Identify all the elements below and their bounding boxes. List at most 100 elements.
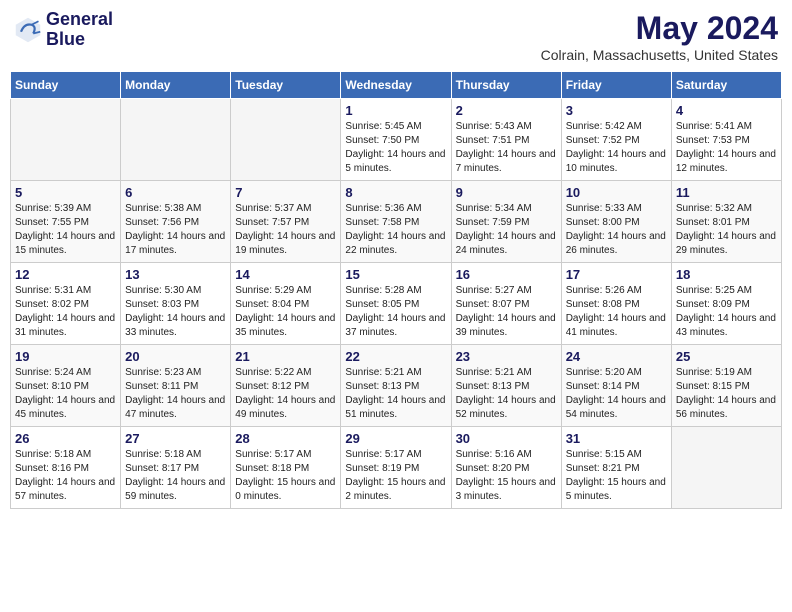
calendar-cell: 19 Sunrise: 5:24 AM Sunset: 8:10 PM Dayli… [11, 345, 121, 427]
day-number: 18 [676, 267, 777, 282]
day-number: 24 [566, 349, 667, 364]
day-number: 22 [345, 349, 446, 364]
day-info: Sunrise: 5:24 AM Sunset: 8:10 PM Dayligh… [15, 366, 116, 422]
calendar-week-row: 5 Sunrise: 5:39 AM Sunset: 7:55 PM Daylig… [11, 181, 782, 263]
day-number: 9 [456, 185, 557, 200]
calendar-week-row: 12Sunrise: 5:31 AM Sunset: 8:02 PM Dayli… [11, 263, 782, 345]
day-number: 6 [125, 185, 226, 200]
calendar-cell: 2Sunrise: 5:43 AM Sunset: 7:51 PM Daylig… [451, 99, 561, 181]
day-number: 10 [566, 185, 667, 200]
day-info: Sunrise: 5:20 AM Sunset: 8:14 PM Dayligh… [566, 366, 667, 422]
calendar-cell: 23 Sunrise: 5:21 AM Sunset: 8:13 PM Dayli… [451, 345, 561, 427]
month-year: May 2024 [541, 10, 778, 47]
calendar-week-row: 1 Sunrise: 5:45 AM Sunset: 7:50 PM Daylig… [11, 99, 782, 181]
logo-line2: Blue [46, 30, 113, 50]
day-info: Sunrise: 5:17 AM Sunset: 8:19 PM Dayligh… [345, 448, 446, 504]
logo-text: General Blue [46, 10, 113, 50]
day-info: Sunrise: 5:27 AM Sunset: 8:07 PM Dayligh… [456, 284, 557, 340]
calendar-cell: 30 Sunrise: 5:16 AM Sunset: 8:20 PM Dayli… [451, 427, 561, 509]
location: Colrain, Massachusetts, United States [541, 47, 778, 63]
day-number: 29 [345, 431, 446, 446]
day-number: 19 [15, 349, 116, 364]
calendar-cell: 21 Sunrise: 5:22 AM Sunset: 8:12 PM Dayli… [231, 345, 341, 427]
day-info: Sunrise: 5:45 AM Sunset: 7:50 PM Dayligh… [345, 120, 446, 176]
weekday-header: Saturday [671, 72, 781, 99]
day-number: 30 [456, 431, 557, 446]
calendar-cell: 14 Sunrise: 5:29 AM Sunset: 8:04 PM Dayli… [231, 263, 341, 345]
day-number: 20 [125, 349, 226, 364]
calendar-cell: 17Sunrise: 5:26 AM Sunset: 8:08 PM Dayli… [561, 263, 671, 345]
day-number: 2 [456, 103, 557, 118]
weekday-header-row: SundayMondayTuesdayWednesdayThursdayFrid… [11, 72, 782, 99]
weekday-header: Tuesday [231, 72, 341, 99]
day-info: Sunrise: 5:28 AM Sunset: 8:05 PM Dayligh… [345, 284, 446, 340]
day-info: Sunrise: 5:22 AM Sunset: 8:12 PM Dayligh… [235, 366, 336, 422]
calendar-cell [11, 99, 121, 181]
day-number: 11 [676, 185, 777, 200]
weekday-header: Sunday [11, 72, 121, 99]
day-info: Sunrise: 5:30 AM Sunset: 8:03 PM Dayligh… [125, 284, 226, 340]
calendar-cell: 10Sunrise: 5:33 AM Sunset: 8:00 PM Dayli… [561, 181, 671, 263]
weekday-header: Thursday [451, 72, 561, 99]
calendar-table: SundayMondayTuesdayWednesdayThursdayFrid… [10, 71, 782, 509]
calendar-cell [231, 99, 341, 181]
calendar-cell: 5 Sunrise: 5:39 AM Sunset: 7:55 PM Daylig… [11, 181, 121, 263]
day-number: 23 [456, 349, 557, 364]
calendar-cell: 13 Sunrise: 5:30 AM Sunset: 8:03 PM Dayli… [121, 263, 231, 345]
calendar-cell: 7Sunrise: 5:37 AM Sunset: 7:57 PM Daylig… [231, 181, 341, 263]
title-block: May 2024 Colrain, Massachusetts, United … [541, 10, 778, 63]
calendar-cell: 31 Sunrise: 5:15 AM Sunset: 8:21 PM Dayli… [561, 427, 671, 509]
calendar-cell: 29 Sunrise: 5:17 AM Sunset: 8:19 PM Dayli… [341, 427, 451, 509]
calendar-cell: 16 Sunrise: 5:27 AM Sunset: 8:07 PM Dayli… [451, 263, 561, 345]
day-info: Sunrise: 5:32 AM Sunset: 8:01 PM Dayligh… [676, 202, 777, 258]
day-info: Sunrise: 5:29 AM Sunset: 8:04 PM Dayligh… [235, 284, 336, 340]
day-number: 1 [345, 103, 446, 118]
day-number: 8 [345, 185, 446, 200]
day-number: 13 [125, 267, 226, 282]
calendar-cell: 8 Sunrise: 5:36 AM Sunset: 7:58 PM Daylig… [341, 181, 451, 263]
day-info: Sunrise: 5:42 AM Sunset: 7:52 PM Dayligh… [566, 120, 667, 176]
day-info: Sunrise: 5:16 AM Sunset: 8:20 PM Dayligh… [456, 448, 557, 504]
day-number: 28 [235, 431, 336, 446]
day-info: Sunrise: 5:18 AM Sunset: 8:16 PM Dayligh… [15, 448, 116, 504]
day-info: Sunrise: 5:15 AM Sunset: 8:21 PM Dayligh… [566, 448, 667, 504]
day-number: 4 [676, 103, 777, 118]
day-number: 3 [566, 103, 667, 118]
weekday-header: Wednesday [341, 72, 451, 99]
calendar-cell: 20 Sunrise: 5:23 AM Sunset: 8:11 PM Dayli… [121, 345, 231, 427]
day-number: 25 [676, 349, 777, 364]
day-number: 17 [566, 267, 667, 282]
logo-icon [14, 16, 42, 44]
day-info: Sunrise: 5:17 AM Sunset: 8:18 PM Dayligh… [235, 448, 336, 504]
calendar-cell: 3 Sunrise: 5:42 AM Sunset: 7:52 PM Daylig… [561, 99, 671, 181]
day-info: Sunrise: 5:25 AM Sunset: 8:09 PM Dayligh… [676, 284, 777, 340]
weekday-header: Friday [561, 72, 671, 99]
day-number: 26 [15, 431, 116, 446]
calendar-cell: 15 Sunrise: 5:28 AM Sunset: 8:05 PM Dayli… [341, 263, 451, 345]
day-info: Sunrise: 5:23 AM Sunset: 8:11 PM Dayligh… [125, 366, 226, 422]
day-number: 5 [15, 185, 116, 200]
day-info: Sunrise: 5:18 AM Sunset: 8:17 PM Dayligh… [125, 448, 226, 504]
logo-line1: General [46, 10, 113, 30]
calendar-cell [121, 99, 231, 181]
page-header: General Blue May 2024 Colrain, Massachus… [10, 10, 782, 63]
day-number: 15 [345, 267, 446, 282]
calendar-cell: 6 Sunrise: 5:38 AM Sunset: 7:56 PM Daylig… [121, 181, 231, 263]
day-number: 27 [125, 431, 226, 446]
calendar-cell: 24 Sunrise: 5:20 AM Sunset: 8:14 PM Dayli… [561, 345, 671, 427]
calendar-cell: 25Sunrise: 5:19 AM Sunset: 8:15 PM Dayli… [671, 345, 781, 427]
day-info: Sunrise: 5:36 AM Sunset: 7:58 PM Dayligh… [345, 202, 446, 258]
calendar-cell: 18 Sunrise: 5:25 AM Sunset: 8:09 PM Dayli… [671, 263, 781, 345]
day-number: 31 [566, 431, 667, 446]
day-info: Sunrise: 5:21 AM Sunset: 8:13 PM Dayligh… [456, 366, 557, 422]
day-number: 21 [235, 349, 336, 364]
day-number: 16 [456, 267, 557, 282]
day-info: Sunrise: 5:38 AM Sunset: 7:56 PM Dayligh… [125, 202, 226, 258]
day-number: 14 [235, 267, 336, 282]
calendar-cell: 26 Sunrise: 5:18 AM Sunset: 8:16 PM Dayli… [11, 427, 121, 509]
day-info: Sunrise: 5:39 AM Sunset: 7:55 PM Dayligh… [15, 202, 116, 258]
day-info: Sunrise: 5:21 AM Sunset: 8:13 PM Dayligh… [345, 366, 446, 422]
logo: General Blue [14, 10, 113, 50]
day-number: 12 [15, 267, 116, 282]
calendar-cell: 28 Sunrise: 5:17 AM Sunset: 8:18 PM Dayli… [231, 427, 341, 509]
